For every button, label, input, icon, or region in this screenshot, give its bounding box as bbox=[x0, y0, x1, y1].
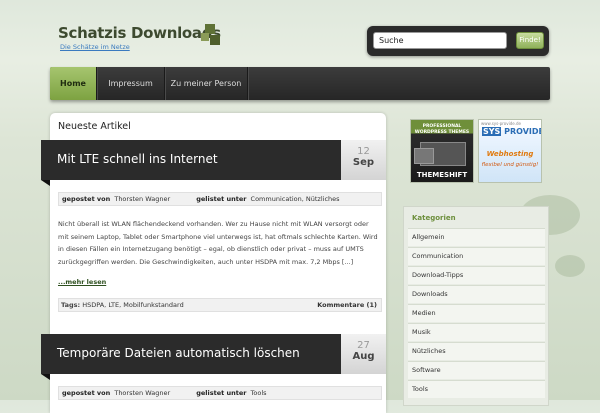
post-meta: gepostet von Thorsten Wagner gelistet un… bbox=[58, 192, 382, 206]
tag-link[interactable]: LTE bbox=[108, 301, 119, 309]
nav-item-zu-meiner-person[interactable]: Zu meiner Person bbox=[165, 67, 248, 100]
category-label: gelistet unter bbox=[196, 195, 247, 203]
category-item-allgemein[interactable]: Allgemein bbox=[408, 228, 545, 246]
background-splash bbox=[555, 255, 585, 277]
post-date: 27 Aug bbox=[341, 334, 386, 374]
post-date-day: 12 bbox=[357, 146, 370, 157]
nav-item-home[interactable]: Home bbox=[50, 67, 97, 100]
ad-brand: SYS PROVIDE bbox=[482, 127, 542, 136]
category-item-software[interactable]: Software bbox=[408, 361, 545, 379]
ad-slogan: flexibel und günstig! bbox=[481, 162, 539, 168]
post-date-month: Aug bbox=[352, 351, 375, 362]
post-date-day: 27 bbox=[357, 340, 370, 351]
ribbon-fold bbox=[41, 374, 50, 380]
ribbon-fold bbox=[41, 180, 50, 186]
category-item-medien[interactable]: Medien bbox=[408, 304, 545, 322]
category-item-downloads[interactable]: Downloads bbox=[408, 285, 545, 303]
categories-widget: Kategorien Allgemein Communication Downl… bbox=[403, 206, 549, 406]
logo-squares-icon bbox=[201, 24, 221, 46]
post-title[interactable]: Temporäre Dateien automatisch löschen bbox=[57, 346, 300, 360]
post-excerpt: Nicht überall ist WLAN flächendeckend vo… bbox=[58, 220, 378, 266]
post-tags: Tags: HSDPA, LTE, Mobilfunkstandard Komm… bbox=[58, 298, 382, 312]
search-box: Suche Finde! bbox=[367, 26, 549, 56]
author-label: gepostet von bbox=[62, 389, 111, 397]
post-date: 12 Sep bbox=[341, 140, 386, 180]
tag-link[interactable]: HSDPA bbox=[82, 301, 104, 309]
category-link[interactable]: Tools bbox=[251, 389, 267, 397]
author-link[interactable]: Thorsten Wagner bbox=[114, 195, 170, 203]
post-date-month: Sep bbox=[352, 157, 375, 168]
ad-brand-b: PROVIDE bbox=[504, 127, 542, 136]
tag-link[interactable]: Mobilfunkstandard bbox=[123, 301, 183, 309]
category-link[interactable]: Communication bbox=[251, 195, 302, 203]
search-button[interactable]: Finde! bbox=[516, 32, 544, 49]
site-tagline[interactable]: Die Schätze im Netze bbox=[60, 43, 221, 51]
author-label: gepostet von bbox=[62, 195, 111, 203]
main-navigation: Home Impressum Zu meiner Person bbox=[50, 67, 550, 100]
ad-url: www.sys-provide.de bbox=[481, 121, 521, 126]
ad-headline: Webhosting bbox=[486, 150, 534, 158]
tags-label: Tags: bbox=[61, 301, 81, 309]
read-more-link[interactable]: ...mehr lesen bbox=[58, 278, 106, 286]
site-title[interactable]: Schatzis Downloads bbox=[58, 24, 221, 42]
post-title-bar: Temporäre Dateien automatisch löschen bbox=[41, 334, 341, 374]
ad-tagline: PROFESSIONAL WORDPRESS THEMES bbox=[414, 124, 470, 135]
section-heading: Neueste Artikel bbox=[58, 121, 131, 132]
category-item-communication[interactable]: Communication bbox=[408, 247, 545, 265]
category-item-download-tipps[interactable]: Download-Tipps bbox=[408, 266, 545, 284]
ad-brand-a: SYS bbox=[482, 127, 502, 136]
screenshot-icon bbox=[414, 148, 434, 164]
category-label: gelistet unter bbox=[196, 389, 247, 397]
categories-heading: Kategorien bbox=[412, 214, 456, 222]
category-link[interactable]: Nützliches bbox=[306, 195, 340, 203]
nav-item-impressum[interactable]: Impressum bbox=[97, 67, 165, 100]
site-logo[interactable]: Schatzis Downloads Die Schätze im Netze bbox=[58, 24, 221, 51]
themeshift-ad-banner[interactable]: PROFESSIONAL WORDPRESS THEMES THEMESHIFT bbox=[410, 119, 474, 183]
post-title[interactable]: Mit LTE schnell ins Internet bbox=[57, 152, 218, 166]
sysprovide-ad-banner[interactable]: www.sys-provide.de SYS PROVIDE Webhostin… bbox=[478, 119, 542, 183]
category-item-musik[interactable]: Musik bbox=[408, 323, 545, 341]
search-input[interactable]: Suche bbox=[373, 32, 507, 49]
category-item-nuetzliches[interactable]: Nützliches bbox=[408, 342, 545, 360]
comments-link[interactable]: Kommentare (1) bbox=[317, 299, 377, 311]
post-meta: gepostet von Thorsten Wagner gelistet un… bbox=[58, 386, 382, 400]
ad-brand: THEMESHIFT bbox=[416, 171, 468, 179]
category-item-tools[interactable]: Tools bbox=[408, 380, 545, 398]
author-link[interactable]: Thorsten Wagner bbox=[114, 389, 170, 397]
post-title-bar: Mit LTE schnell ins Internet bbox=[41, 140, 341, 180]
